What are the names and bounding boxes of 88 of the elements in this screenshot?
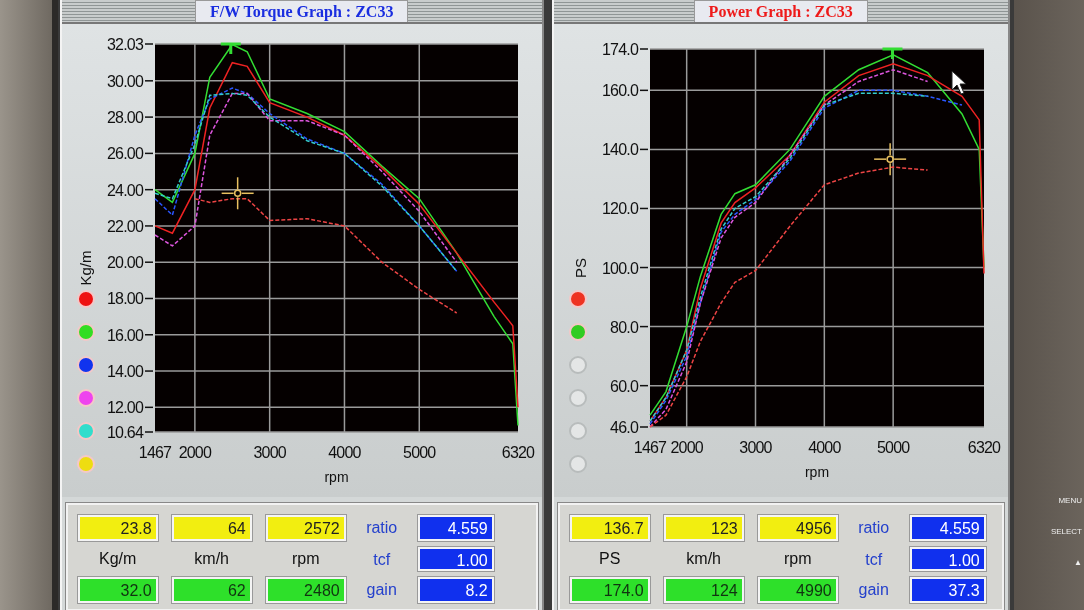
graph-title: F/W Torque Graph : ZC33 [194, 0, 409, 22]
legend-dot[interactable] [76, 389, 95, 407]
legend-dot[interactable] [568, 422, 587, 440]
y-tick-label: 160.0 [601, 82, 638, 100]
legend-dot[interactable] [568, 356, 587, 374]
parameter-label: ratio [857, 518, 891, 538]
x-tick-label: 6320 [967, 439, 1000, 456]
y-tick-label: 100.0 [601, 259, 638, 277]
legend-dot[interactable] [76, 422, 95, 440]
parameter-value-field[interactable]: 1.00 [417, 547, 494, 571]
x-tick-label: 5000 [876, 439, 910, 456]
current-value-field: 2572 [265, 515, 346, 541]
y-tick-label: 12.00 [106, 399, 143, 417]
peak-value-field: 32.0 [77, 577, 158, 603]
y-tick-label: 140.0 [601, 141, 638, 159]
y-tick-label: 10.64 [106, 424, 143, 441]
peak-marker-icon [220, 42, 241, 54]
unit-label: Kg/m [98, 549, 138, 569]
current-value-field: 4956 [757, 515, 838, 541]
y-tick-label: 16.00 [106, 326, 143, 344]
y-tick-label: 22.00 [106, 217, 143, 235]
legend-dot[interactable] [568, 323, 587, 341]
unit-label: km/h [193, 549, 230, 569]
parameter-label: gain [365, 580, 398, 600]
bezel-button-label[interactable]: SELECT [1050, 527, 1082, 536]
current-value-field: 136.7 [569, 515, 650, 541]
y-tick-label: 24.00 [106, 181, 143, 199]
current-value-field: 64 [171, 515, 252, 541]
parameter-value-field[interactable]: 4.559 [417, 515, 494, 541]
legend-dot[interactable] [76, 323, 95, 341]
y-tick-label: 60.0 [609, 377, 638, 395]
unit-label: rpm [290, 549, 321, 569]
y-tick-label: 20.00 [106, 254, 143, 272]
crosshair-icon [873, 142, 907, 176]
y-tick-label: 46.0 [609, 419, 638, 436]
parameter-label: tcf [372, 550, 392, 570]
x-tick-label: 4000 [327, 444, 361, 461]
x-tick-label: 5000 [402, 444, 436, 461]
x-axis-label: rpm [804, 464, 829, 480]
current-value-field: 123 [663, 515, 744, 541]
current-value-field: 23.8 [77, 515, 158, 541]
unit-label: rpm [782, 549, 813, 569]
legend-dot[interactable] [568, 389, 587, 407]
y-tick-label: 14.00 [106, 363, 143, 381]
unit-label: PS [598, 549, 622, 569]
x-tick-label: 6320 [501, 444, 534, 461]
legend-dot[interactable] [76, 455, 95, 473]
parameter-value-field[interactable]: 37.3 [909, 577, 986, 603]
crosshair-icon [220, 176, 255, 211]
parameter-value-field[interactable]: 4.559 [909, 515, 986, 541]
legend-dot[interactable] [568, 290, 587, 308]
peak-value-field: 174.0 [569, 577, 650, 603]
x-tick-label: 3000 [739, 439, 772, 456]
y-axis-label: PS [571, 258, 589, 278]
y-tick-label: 30.00 [106, 72, 143, 90]
legend-dot[interactable] [76, 356, 95, 374]
x-axis-label: rpm [324, 469, 349, 485]
parameter-label: ratio [365, 518, 399, 538]
parameter-label: tcf [864, 550, 884, 570]
x-tick-label: 1467 [138, 444, 171, 461]
legend-dot[interactable] [76, 290, 95, 308]
peak-marker-icon [882, 47, 903, 59]
x-tick-label: 2000 [670, 439, 703, 456]
bezel-button-label[interactable]: ▲ [1074, 558, 1082, 567]
parameter-value-field[interactable]: 8.2 [417, 577, 494, 603]
y-axis-label: Kg/m [76, 250, 94, 286]
y-tick-label: 18.00 [106, 290, 143, 308]
parameter-value-field[interactable]: 1.00 [909, 547, 986, 571]
unit-label: km/h [685, 549, 722, 569]
peak-value-field: 4990 [757, 577, 838, 603]
y-tick-label: 174.0 [601, 41, 638, 58]
x-tick-label: 4000 [807, 439, 841, 456]
y-tick-label: 26.00 [106, 145, 143, 163]
y-tick-label: 28.00 [106, 109, 143, 127]
bezel-button-label[interactable]: MENU [1058, 496, 1082, 505]
y-tick-label: 32.03 [106, 36, 143, 53]
peak-value-field: 2480 [265, 577, 346, 603]
graph-title: Power Graph : ZC33 [693, 0, 868, 22]
x-tick-label: 1467 [633, 439, 666, 456]
peak-value-field: 62 [171, 577, 252, 603]
y-tick-label: 80.0 [609, 318, 638, 336]
y-tick-label: 120.0 [601, 200, 638, 218]
x-tick-label: 3000 [253, 444, 286, 461]
x-tick-label: 2000 [178, 444, 211, 461]
legend-dot[interactable] [568, 455, 587, 473]
mouse-pointer-icon [951, 70, 967, 95]
peak-value-field: 124 [663, 577, 744, 603]
parameter-label: gain [857, 580, 890, 600]
